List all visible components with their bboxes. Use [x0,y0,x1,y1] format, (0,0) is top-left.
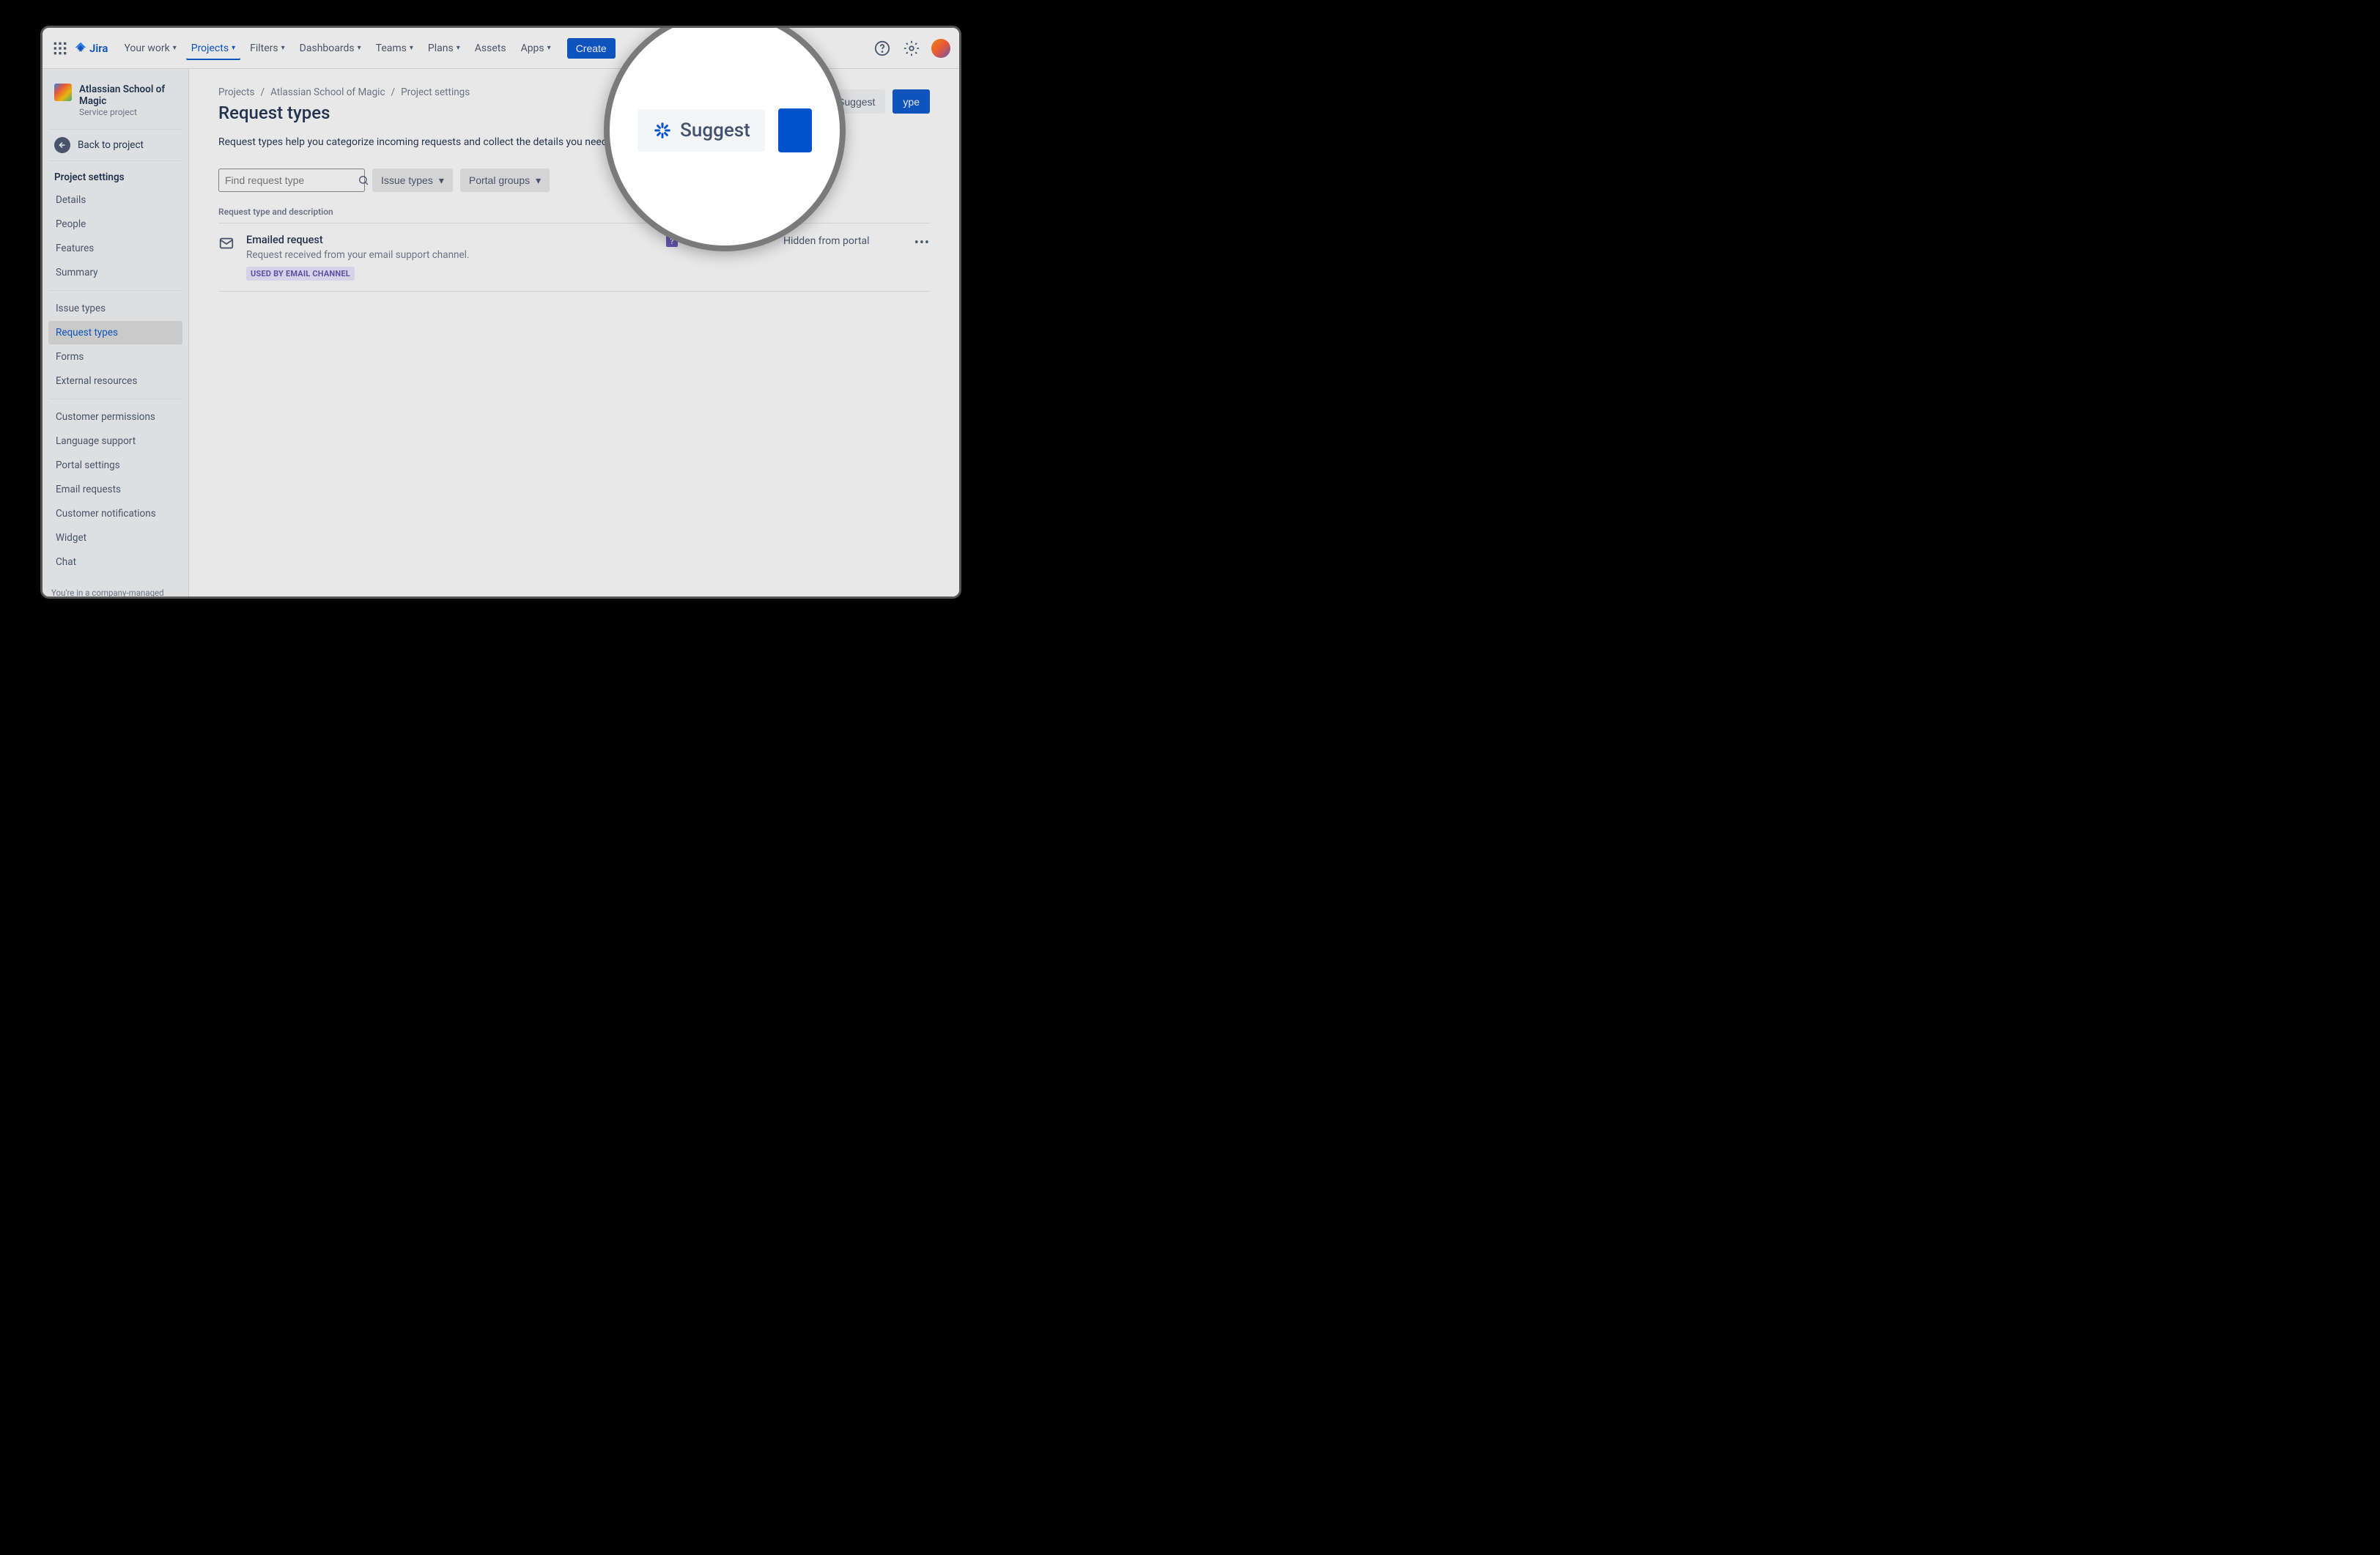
table-row[interactable]: Emailed request Request received from yo… [218,224,930,292]
search-icon [358,174,369,186]
project-type-footer: You're in a company-managed project [42,580,188,599]
sidebar-item-forms[interactable]: Forms [48,345,182,369]
create-button-zoomed-edge [778,108,812,152]
back-to-project[interactable]: Back to project [48,129,182,161]
sidebar-item-widget[interactable]: Widget [48,526,182,550]
sidebar-item-people[interactable]: People [48,213,182,236]
sidebar-item-portal-settings[interactable]: Portal settings [48,454,182,477]
sparkle-icon [652,120,673,141]
sidebar-item-email-requests[interactable]: Email requests [48,478,182,501]
create-request-type-button[interactable]: ype [892,89,930,114]
nav-item-assets[interactable]: Assets [469,38,512,59]
profile-avatar[interactable] [931,39,950,58]
help-icon[interactable] [873,39,892,58]
sidebar-item-features[interactable]: Features [48,237,182,260]
sidebar-item-summary[interactable]: Summary [48,261,182,284]
app-switcher-icon[interactable] [51,40,69,57]
nav-item-filters[interactable]: Filters▾ [244,38,291,59]
project-icon [54,84,72,101]
nav-item-dashboards[interactable]: Dashboards▾ [294,38,367,59]
sidebar-item-details[interactable]: Details [48,188,182,212]
sidebar-item-chat[interactable]: Chat [48,550,182,574]
project-type: Service project [79,107,177,117]
breadcrumb: Projects/Atlassian School of Magic/Proje… [218,86,470,98]
project-settings-heading: Project settings [48,164,182,188]
back-arrow-icon [54,137,70,153]
chevron-down-icon: ▾ [232,44,235,52]
breadcrumb-link[interactable]: Atlassian School of Magic [270,86,385,98]
breadcrumb-link[interactable]: Projects [218,86,255,98]
mail-icon [218,234,246,281]
nav-item-your-work[interactable]: Your work▾ [118,38,182,59]
portal-groups-filter[interactable]: Portal groups ▾ [460,169,550,192]
sidebar-item-external-resources[interactable]: External resources [48,369,182,393]
portal-group-label: Hidden from portal [783,234,901,281]
request-type-title: Emailed request [246,234,666,246]
suggest-button-zoomed: Suggest [638,109,765,152]
create-button[interactable]: Create [567,38,616,59]
nav-item-teams[interactable]: Teams▾ [370,38,419,59]
sidebar-item-issue-types[interactable]: Issue types [48,297,182,320]
sidebar-item-language-support[interactable]: Language support [48,429,182,453]
row-actions-button[interactable]: ••• [901,234,930,281]
nav-item-projects[interactable]: Projects▾ [185,38,241,59]
sidebar-item-request-types[interactable]: Request types [48,321,182,344]
settings-icon[interactable] [902,39,921,58]
request-type-desc: Request received from your email support… [246,249,666,261]
col-header-desc: Request type and description [218,207,666,217]
sidebar: Atlassian School of Magic Service projec… [42,69,189,596]
email-channel-badge: USED BY EMAIL CHANNEL [246,267,355,281]
chevron-down-icon: ▾ [547,44,551,52]
breadcrumb-link[interactable]: Project settings [401,86,470,98]
search-input-wrapper [218,169,365,192]
sidebar-item-customer-permissions[interactable]: Customer permissions [48,405,182,429]
nav-item-plans[interactable]: Plans▾ [422,38,466,59]
chevron-down-icon: ▾ [439,174,444,187]
chevron-down-icon: ▾ [173,44,177,52]
project-name: Atlassian School of Magic [79,84,177,107]
table-header-row: Request type and description Issue type … [218,207,930,224]
chevron-down-icon: ▾ [358,44,361,52]
nav-item-apps[interactable]: Apps▾ [515,38,557,59]
chevron-down-icon: ▾ [536,174,541,187]
chevron-down-icon: ▾ [410,44,413,52]
product-name: Jira [89,42,108,55]
sidebar-item-customer-notifications[interactable]: Customer notifications [48,502,182,525]
issue-types-filter[interactable]: Issue types ▾ [372,169,453,192]
jira-logo[interactable]: Jira [73,41,108,56]
chevron-down-icon: ▾ [281,44,285,52]
search-input[interactable] [225,174,358,186]
chevron-down-icon: ▾ [457,44,460,52]
page-title: Request types [218,103,470,123]
